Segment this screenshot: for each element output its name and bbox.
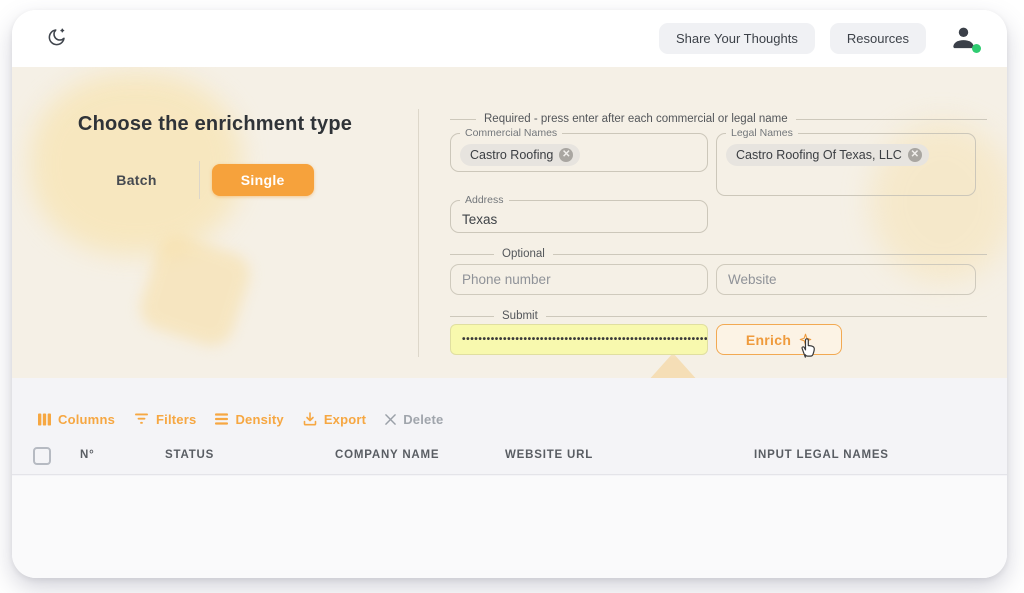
delete-button[interactable]: Delete [385,412,443,427]
columns-icon [38,413,51,426]
top-bar: Share Your Thoughts Resources [12,10,1007,67]
legal-names-label: Legal Names [726,127,798,139]
table-header-row: N° STATUS COMPANY NAME WEBSITE URL INPUT… [12,440,1007,475]
commercial-names-label: Commercial Names [460,127,562,139]
columns-button[interactable]: Columns [38,412,115,427]
section-divider [418,109,419,357]
masked-api-key-field[interactable]: ••••••••••••••••••••••••••••••••••••••••… [450,324,708,355]
chip-remove-icon[interactable]: ✕ [908,148,922,162]
share-thoughts-button[interactable]: Share Your Thoughts [659,23,815,54]
sparkle-icon [799,333,812,346]
resources-button[interactable]: Resources [830,23,926,54]
commercial-name-chip: Castro Roofing ✕ [460,144,580,166]
enrichment-type-chooser: Choose the enrichment type Batch Single [12,67,418,378]
chip-label: Castro Roofing Of Texas, LLC [736,148,902,162]
single-enrichment-form: Required - press enter after each commer… [450,67,987,378]
optional-legend: Optional [502,248,545,260]
legal-name-chip: Castro Roofing Of Texas, LLC ✕ [726,144,929,166]
app-window: Share Your Thoughts Resources Choose the… [12,10,1007,578]
toggle-divider [199,161,200,199]
online-status-dot [972,44,981,53]
enrich-button[interactable]: Enrich [716,324,842,355]
submit-legend: Submit [502,310,538,322]
select-all-checkbox[interactable] [33,447,51,465]
topbar-actions: Share Your Thoughts Resources [659,23,979,54]
moon-icon [46,26,68,51]
column-header-number[interactable]: N° [80,449,95,461]
page-title: Choose the enrichment type [12,113,418,136]
export-button[interactable]: Export [303,412,366,427]
dark-mode-toggle[interactable] [46,26,68,51]
commercial-names-field[interactable]: Commercial Names Castro Roofing ✕ [450,133,708,172]
column-header-input-legal-names[interactable]: INPUT LEGAL NAMES [754,449,889,461]
address-field: Address [450,200,708,233]
x-icon [385,414,396,425]
results-table: Columns Filters Density [12,378,1007,578]
chip-remove-icon[interactable]: ✕ [559,148,573,162]
batch-tab[interactable]: Batch [116,172,156,188]
enrich-button-label: Enrich [746,332,791,348]
required-legend: Required - press enter after each commer… [484,113,788,125]
density-button[interactable]: Density [215,412,283,427]
table-body-empty [12,476,1007,578]
enrichment-panel: Choose the enrichment type Batch Single … [12,67,1007,378]
column-header-website-url[interactable]: WEBSITE URL [505,449,593,461]
account-menu[interactable] [949,24,979,54]
legal-names-field[interactable]: Legal Names Castro Roofing Of Texas, LLC… [716,133,976,196]
submit-section-divider: Submit [450,310,987,322]
single-tab[interactable]: Single [212,164,314,196]
download-icon [303,412,317,426]
filters-button[interactable]: Filters [134,412,196,427]
website-input[interactable] [716,264,976,295]
density-icon [215,413,228,425]
required-section-divider: Required - press enter after each commer… [450,113,987,125]
phone-number-input[interactable] [450,264,708,295]
column-header-company-name[interactable]: COMPANY NAME [335,449,439,461]
column-header-status[interactable]: STATUS [165,449,214,461]
filter-icon [134,413,149,425]
enrichment-type-toggle: Batch Single [12,161,418,199]
chip-label: Castro Roofing [470,148,553,162]
table-toolbar: Columns Filters Density [38,404,443,434]
address-label: Address [460,194,509,206]
optional-section-divider: Optional [450,248,987,260]
